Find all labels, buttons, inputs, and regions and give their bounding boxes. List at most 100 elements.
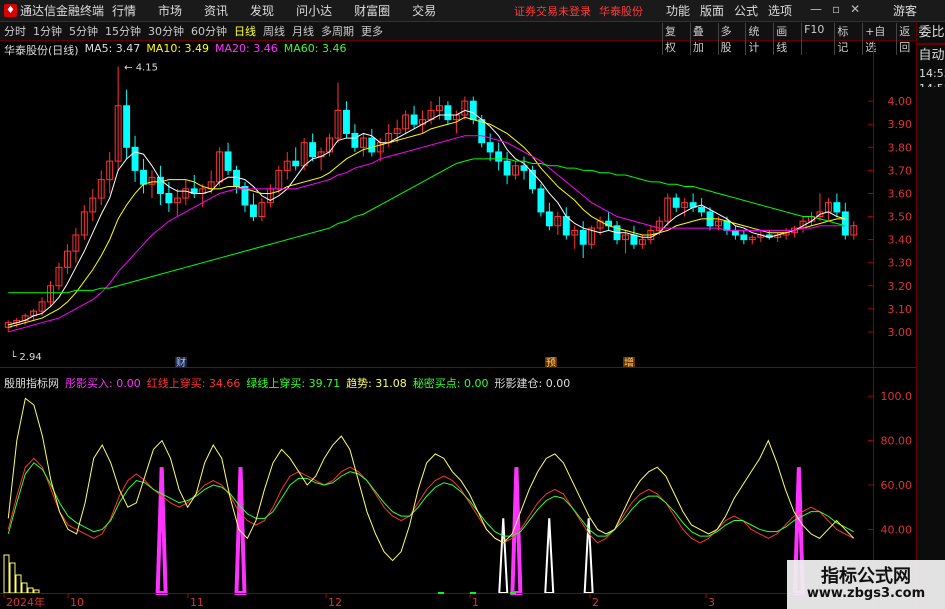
ind-spike-white [544, 518, 555, 594]
trade-time-1[interactable]: 14:55 [917, 81, 945, 87]
tab-multi-period[interactable]: 多周期 [321, 23, 354, 39]
candle-body [292, 160, 300, 167]
tab-15min[interactable]: 15分钟 [105, 23, 141, 39]
chart-area[interactable]: ← 4.15└ 2.94财预增 4.003.903.803.703.603.50… [0, 40, 916, 609]
login-status[interactable]: 证券交易未登录 [514, 3, 591, 19]
menu-item-wealth[interactable]: 财富圈 [354, 2, 390, 19]
tab-60min[interactable]: 60分钟 [191, 23, 227, 39]
tab-30min[interactable]: 30分钟 [148, 23, 184, 39]
price-legend: 华泰股份(日线) MA5: 3.47 MA10: 3.49 MA20: 3.46… [4, 42, 346, 58]
tab-weekly[interactable]: 周线 [263, 23, 285, 39]
menu-item-market[interactable]: 行情 [112, 2, 136, 19]
title-bar: ♦ 通达信金融终端 行情 市场 资讯 发现 问小达 财富圈 交易 证券交易未登录… [0, 0, 945, 22]
ma5-label: MA5: 3.47 [84, 42, 141, 55]
candle-body [165, 192, 173, 204]
time-tick-label: 2 [592, 596, 599, 609]
trade-times: 14:5514:5514:5614:5614:5614:5614:5614:56… [917, 66, 945, 87]
ind-tick-label: 40.00 [881, 523, 913, 536]
menu-item-news[interactable]: 资讯 [204, 2, 228, 19]
ind-bar [27, 587, 34, 594]
price-tick-label: 3.00 [888, 326, 913, 339]
ind-spike-magenta [155, 467, 168, 595]
menu-item-discover[interactable]: 发现 [250, 2, 274, 19]
menu-item-ask[interactable]: 问小达 [296, 2, 332, 19]
price-tick-label: 3.80 [888, 141, 913, 154]
guest-login[interactable]: 游客 [893, 2, 917, 19]
app-title: ♦ 通达信金融终端 [4, 2, 104, 19]
tab-1min[interactable]: 1分钟 [33, 23, 62, 39]
menu-item-trade[interactable]: 交易 [412, 2, 436, 19]
price-tick-label: 4.00 [888, 95, 913, 108]
candle-body [478, 119, 486, 144]
candle-body [833, 202, 841, 213]
quote-row-0[interactable]: 委比 [917, 22, 945, 43]
ma10-label: MA10: 3.49 [146, 42, 210, 55]
ind-red-label: 红线上穿买: 34.66 [146, 377, 241, 390]
ind-bar [9, 562, 16, 594]
main-menu: 行情 市场 资讯 发现 问小达 财富圈 交易 [112, 2, 436, 19]
right-menu: 功能 版面 公式 选项 [666, 2, 792, 19]
time-tick-label: 11 [190, 596, 204, 609]
ind-tick-label: 100.0 [881, 390, 913, 403]
axis-divider [873, 40, 874, 609]
candle-body [309, 142, 317, 158]
candle-body [486, 142, 494, 153]
candle-body [444, 105, 452, 121]
ind-spike-white [498, 518, 509, 594]
menu-item-markets[interactable]: 市场 [158, 2, 182, 19]
time-tick-label: 1 [472, 596, 479, 609]
stock-title[interactable]: 华泰股份(日线) [4, 42, 79, 58]
trade-time-0[interactable]: 14:55 [917, 66, 945, 81]
menu-item-function[interactable]: 功能 [666, 2, 690, 19]
minimize-icon[interactable]: — [810, 2, 822, 16]
candle-body [562, 216, 570, 236]
quote-panel-bottom: 自动交易 [917, 45, 945, 66]
price-tick-label: 3.10 [888, 303, 913, 316]
auto-trade-row-0[interactable]: 自动 [917, 45, 945, 66]
period-bar: 分时 1分钟 5分钟 15分钟 30分钟 60分钟 日线 周线 月线 多周期 更… [0, 22, 916, 55]
time-axis-line [0, 593, 873, 594]
ind-bar [33, 589, 40, 594]
axis-dot [470, 592, 476, 594]
menu-item-options[interactable]: 选项 [768, 2, 792, 19]
tab-5min[interactable]: 5分钟 [69, 23, 98, 39]
candle-body [131, 146, 139, 171]
candle-body [368, 137, 376, 153]
low-annotation: └ 2.94 [10, 350, 41, 363]
tab-more[interactable]: 更多 [361, 23, 383, 39]
candle-body [630, 234, 638, 245]
candle-body [672, 197, 680, 208]
time-tick-label: 3 [708, 596, 715, 609]
menu-item-layout[interactable]: 版面 [700, 2, 724, 19]
indicator-legend: 殷朋指标网 彤影买入: 0.00 红线上穿买: 34.66 绿线上穿买: 39.… [4, 375, 570, 391]
maximize-icon[interactable]: ▫ [832, 2, 840, 16]
price-tick-label: 3.90 [888, 118, 913, 131]
login-notice: 证券交易未登录 华泰股份 [514, 3, 643, 19]
menu-item-formula[interactable]: 公式 [734, 2, 758, 19]
indicator-title[interactable]: 殷朋指标网 [4, 375, 59, 391]
candle-body [841, 211, 849, 236]
price-tick-label: 3.20 [888, 280, 913, 293]
candle-body [233, 169, 240, 188]
candle-body [503, 160, 511, 176]
watermark-url: www.zbgs3.com [806, 586, 926, 601]
stock-name-header: 华泰股份 [599, 5, 643, 18]
ind-line-0 [7, 457, 854, 544]
window-controls: — ▫ ✕ [810, 2, 860, 16]
axis-dot [438, 592, 444, 594]
chart-axes: 4.00 3.90 3.80 3.70 3.60 3.50 3.40 3.30 3.20 3.10… [0, 40, 916, 609]
ind-tick-label: 80.00 [881, 435, 913, 448]
candle-body [579, 229, 587, 245]
time-tick-label: 10 [70, 596, 84, 609]
ind-bar [3, 554, 10, 594]
ind-build-label: 形影建仓: 0.00 [494, 377, 571, 390]
tab-intraday[interactable]: 分时 [4, 23, 26, 39]
candle-body [537, 188, 545, 213]
ind-spike-magenta [234, 467, 247, 595]
indicator-chart [3, 397, 855, 595]
app-logo-icon: ♦ [4, 4, 17, 17]
close-icon[interactable]: ✕ [850, 2, 860, 16]
tab-monthly[interactable]: 月线 [292, 23, 314, 39]
tab-daily[interactable]: 日线 [234, 23, 256, 39]
high-annotation: ← 4.15 [124, 63, 158, 74]
